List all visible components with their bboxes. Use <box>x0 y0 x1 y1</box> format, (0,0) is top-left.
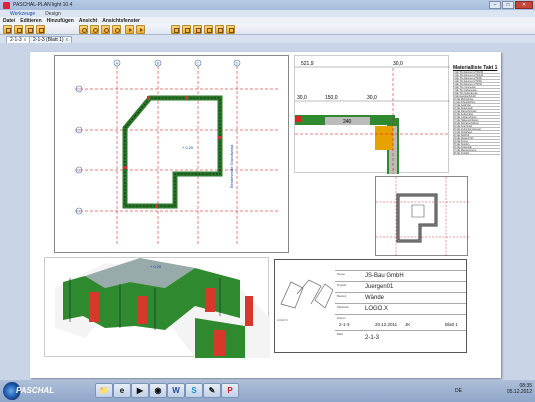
tab-design[interactable]: Design <box>43 11 63 17</box>
drawing-sheet[interactable]: A B C D 1 2 3 4 + 0.20 Bestehende Grundw… <box>30 52 501 378</box>
layout-3-icon[interactable] <box>193 25 202 34</box>
toolbar <box>0 24 535 35</box>
layout-1-icon[interactable] <box>171 25 180 34</box>
menu-editieren[interactable]: Editieren <box>20 18 41 24</box>
menu-ansicht[interactable]: Ansicht <box>79 18 97 24</box>
zoom-in-icon[interactable] <box>79 25 88 34</box>
drawing-number: 2-1-3 <box>339 322 350 327</box>
drawing-workspace[interactable]: A B C D 1 2 3 4 + 0.20 Bestehende Grundw… <box>0 43 535 381</box>
zoom-window-icon[interactable] <box>101 25 110 34</box>
dim-row-3: 30,0 <box>367 95 377 101</box>
layout-2-icon[interactable] <box>182 25 191 34</box>
explorer-app-icon[interactable]: 📁 <box>95 383 113 398</box>
axis-label-d: D <box>236 61 239 66</box>
layout-4-icon[interactable] <box>204 25 213 34</box>
menu-bar: Datei Editieren Hinzufügen Ansicht Ansic… <box>0 17 535 24</box>
dim-top-left: 521,9 <box>301 61 314 67</box>
app-icon <box>3 1 10 9</box>
logo-value: LOGO.X <box>365 306 389 312</box>
axis-label-c: C <box>197 61 200 66</box>
drawing-date: 20.12.2011 <box>375 322 398 327</box>
dim-row-2: 150,0 <box>325 95 338 101</box>
maximize-button[interactable]: □ <box>502 1 514 9</box>
close-button[interactable]: ✕ <box>515 1 533 9</box>
side-label: Bestehende Grundwand <box>229 145 234 188</box>
new-icon[interactable] <box>3 25 12 34</box>
skype-app-icon[interactable]: S <box>185 383 203 398</box>
axis-label-a: A <box>116 61 119 66</box>
redo-icon[interactable] <box>136 25 145 34</box>
zoom-all-icon[interactable] <box>112 25 121 34</box>
doc-tab-2[interactable]: 2-1-3 (Blatt 1) x <box>29 36 73 43</box>
drawing-code: 2-1-3 <box>365 335 380 341</box>
element-size: 240 <box>343 119 352 125</box>
company-address: LOGO.X <box>277 318 288 322</box>
axis-label-b: B <box>157 61 160 66</box>
material-list: Materialliste Takt 1 1 GE Trio Element 2… <box>453 65 500 155</box>
title-block: LOGO.X Name JS-Bau GmbH Projekt Juergen01 … <box>274 259 467 353</box>
dim-row-1: 30,0 <box>297 95 307 101</box>
paint-app-icon[interactable]: ✎ <box>203 383 221 398</box>
isometric-drawing: + 0.20 <box>55 258 270 358</box>
window-titlebar[interactable]: PASCHAL-PLAN light 10.4 – □ ✕ <box>0 0 535 10</box>
close-icon[interactable] <box>14 25 23 34</box>
tb-label-sheet: Blatt <box>337 332 344 336</box>
tb-label-part: Bauteil <box>337 294 347 298</box>
tb-label-name: Name <box>337 272 346 276</box>
logo-sketch-icon <box>280 279 334 309</box>
drawn-by: JK <box>405 322 411 327</box>
tb-label-project: Projekt <box>337 283 347 287</box>
iso-level-marker: + 0.20 <box>150 264 162 269</box>
document-tab-bar: 2-1-3 x 2-1-3 (Blatt 1) x <box>0 35 535 43</box>
part-name: Wände <box>365 295 385 301</box>
zoom-out-icon[interactable] <box>90 25 99 34</box>
tab-werkzeuge[interactable]: Werkzeuge <box>8 11 37 17</box>
menu-datei[interactable]: Datei <box>3 18 15 24</box>
system-clock[interactable]: 08:35 05.12.2012 <box>507 383 532 395</box>
language-indicator[interactable]: DE <box>455 388 462 394</box>
dim-top-right: 30,0 <box>393 61 403 67</box>
undo-icon[interactable] <box>125 25 134 34</box>
menu-hinzufuegen[interactable]: Hinzufügen <box>47 18 74 24</box>
material-row: 28 GE Schalöl <box>453 152 500 155</box>
layout-6-icon[interactable] <box>226 25 235 34</box>
doc-tab-1[interactable]: 2-1-3 x <box>6 36 31 43</box>
project-name: Juergen01 <box>365 284 394 290</box>
ribbon-tab-bar: Werkzeuge Design <box>0 10 535 17</box>
minimize-button[interactable]: – <box>489 1 501 9</box>
sheet-number: Blatt 1 <box>445 322 458 327</box>
floor-plan-drawing: A B C D 1 2 3 4 + 0.20 Bestehende Grundw… <box>75 59 280 246</box>
paschal-app-icon[interactable]: P <box>221 383 239 398</box>
open-icon[interactable] <box>25 25 34 34</box>
window-title: PASCHAL-PLAN light 10.4 <box>13 2 73 8</box>
plan-view[interactable]: A B C D 1 2 3 4 + 0.20 Bestehende Grundw… <box>54 55 289 253</box>
ie-app-icon[interactable]: e <box>113 383 131 398</box>
brand-logo: PASCHAL <box>16 386 55 395</box>
company-name: JS-Bau GmbH <box>365 273 404 279</box>
tb-label-scale: Maßstab <box>337 305 349 309</box>
detail-view[interactable]: 521,9 30,0 30,0 150,0 30,0 240 <box>294 55 450 174</box>
level-marker: + 0.20 <box>182 145 194 150</box>
save-icon[interactable] <box>36 25 45 34</box>
firefox-app-icon[interactable]: ◉ <box>149 383 167 398</box>
taskbar: PASCHAL 📁 e ▶ ◉ W S ✎ P DE 08:35 05.12.2… <box>0 380 535 402</box>
overview-drawing <box>376 177 469 257</box>
detail-drawing: 521,9 30,0 30,0 150,0 30,0 240 <box>295 61 450 174</box>
layout-5-icon[interactable] <box>215 25 224 34</box>
tb-label-date: Datum <box>337 316 346 320</box>
media-app-icon[interactable]: ▶ <box>131 383 149 398</box>
overview-view[interactable] <box>375 176 469 257</box>
isometric-view[interactable]: + 0.20 <box>44 257 270 358</box>
menu-ansichtsfenster[interactable]: Ansichtsfenster <box>102 18 140 24</box>
logo-text: LOGO.X <box>277 318 288 322</box>
clock-date: 05.12.2012 <box>506 389 532 395</box>
word-app-icon[interactable]: W <box>167 383 185 398</box>
